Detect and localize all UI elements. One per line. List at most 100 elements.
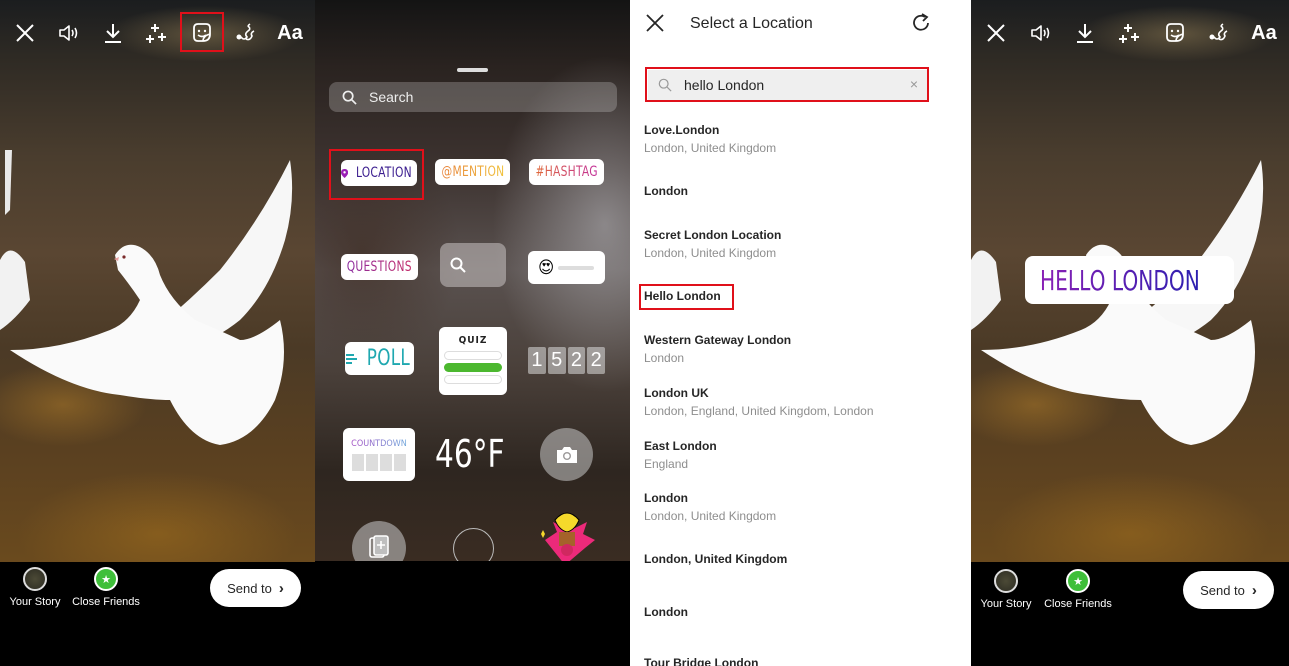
questions-sticker[interactable]: QUESTIONS	[341, 254, 418, 280]
location-result[interactable]: London, United Kingdom	[644, 552, 787, 566]
countdown-blocks	[352, 453, 406, 471]
star-icon: ★	[94, 567, 118, 591]
close-icon[interactable]	[644, 12, 666, 34]
poll-sticker-label: POLL	[366, 346, 410, 371]
draw-icon[interactable]	[231, 18, 261, 48]
countdown-sticker[interactable]: COUNTDOWN	[343, 428, 415, 481]
sticker-icon[interactable]	[1160, 18, 1190, 48]
result-name: London	[644, 491, 688, 505]
result-name: Secret London Location	[644, 228, 782, 242]
location-picker-panel: Select a Location × Love.London London, …	[630, 0, 970, 666]
chevron-right-icon: ›	[278, 579, 284, 597]
refresh-icon[interactable]	[910, 12, 932, 34]
quiz-sticker[interactable]: QUIZ	[439, 327, 507, 395]
text-tool-button[interactable]: Aa	[1249, 22, 1279, 45]
result-name: Love.London	[644, 123, 720, 137]
hashtag-sticker-label: #HASHTAG	[535, 164, 598, 180]
location-result[interactable]: London UK London, England, United Kingdo…	[644, 386, 874, 418]
text-tool-button[interactable]: Aa	[275, 22, 305, 45]
download-icon[interactable]	[98, 18, 128, 48]
result-subtitle: England	[644, 457, 689, 471]
send-to-label: Send to	[1200, 582, 1245, 598]
your-story-button[interactable]: Your Story	[0, 567, 70, 608]
your-story-avatar	[23, 567, 47, 591]
your-story-label: Your Story	[9, 596, 61, 608]
sticker-highlight-box	[179, 12, 224, 52]
draw-icon[interactable]	[1204, 18, 1234, 48]
close-friends-button[interactable]: ★ Close Friends	[71, 567, 141, 608]
result-subtitle: London	[644, 351, 685, 365]
questions-sticker-label: QUESTIONS	[346, 259, 413, 275]
result-subtitle: London, United Kingdom	[644, 141, 777, 155]
time-digit: 2	[567, 347, 586, 374]
editor-toolbar: Aa	[10, 12, 305, 52]
drag-handle[interactable]	[457, 68, 488, 72]
result-name: Western Gateway London	[644, 333, 792, 347]
effects-sparkle-icon[interactable]	[1115, 18, 1145, 48]
location-result[interactable]: London	[644, 605, 688, 619]
gif-search-sticker[interactable]	[440, 243, 506, 287]
add-photo-sticker-icon	[369, 535, 389, 558]
result-name: London	[644, 184, 688, 198]
hashtag-sticker[interactable]: #HASHTAG	[529, 159, 604, 185]
character-sticker[interactable]	[535, 510, 600, 565]
result-highlight-box	[639, 284, 734, 310]
sound-icon[interactable]	[1026, 18, 1056, 48]
location-result[interactable]: Love.London London, United Kingdom	[644, 123, 776, 155]
download-icon[interactable]	[1070, 18, 1100, 48]
story-editor-panel-2: Aa HELLO LONDON Your Story ★ Close Frien…	[971, 0, 1289, 666]
location-result[interactable]: Secret London Location London, United Ki…	[644, 228, 781, 260]
search-icon	[342, 90, 357, 105]
mention-sticker[interactable]: @MENTION	[435, 159, 510, 185]
tray-bottom-bar	[315, 561, 630, 666]
location-result[interactable]: London London, United Kingdom	[644, 491, 776, 523]
sticker-tray: Search LOCATION @MENTION #HASHTAG QUESTI…	[315, 0, 630, 575]
share-bar: Your Story ★ Close Friends Send to ›	[0, 562, 315, 666]
your-story-button[interactable]: Your Story	[971, 569, 1041, 610]
result-name: East London	[644, 439, 717, 453]
location-result[interactable]: Western Gateway London London	[644, 333, 791, 365]
search-placeholder: Search	[369, 89, 414, 105]
result-subtitle: London, United Kingdom	[644, 509, 777, 523]
location-result[interactable]: East London England	[644, 439, 717, 471]
send-to-button[interactable]: Send to ›	[210, 569, 301, 607]
poll-sticker[interactable]: POLL	[345, 342, 414, 375]
placed-sticker-text: HELLO LONDON	[1040, 263, 1200, 297]
result-subtitle: London, United Kingdom	[644, 246, 777, 260]
your-story-label: Your Story	[980, 598, 1032, 610]
share-bar: Your Story ★ Close Friends Send to ›	[971, 562, 1289, 666]
effects-sparkle-icon[interactable]	[142, 18, 172, 48]
result-subtitle: London, England, United Kingdom, London	[644, 404, 874, 418]
result-name: Tour Bridge London	[644, 656, 759, 666]
poll-bars-icon	[345, 353, 357, 364]
location-highlight-box	[329, 149, 424, 200]
sticker-icon[interactable]	[179, 12, 224, 52]
send-to-label: Send to	[227, 580, 272, 596]
location-result[interactable]: London	[644, 184, 688, 198]
close-icon[interactable]	[981, 18, 1011, 48]
story-editor-panel-1: Aa Your Story ★ Close Friends Send to ›	[0, 0, 315, 666]
result-name: London, United Kingdom	[644, 552, 788, 566]
sticker-search-input[interactable]: Search	[329, 82, 617, 112]
close-friends-button[interactable]: ★ Close Friends	[1043, 569, 1113, 610]
dove-image	[0, 150, 293, 445]
time-digit: 1	[528, 347, 546, 374]
camera-icon	[556, 446, 577, 463]
emoji-slider-sticker[interactable]: 😍	[528, 251, 605, 284]
time-sticker[interactable]: 1 5 2 2	[528, 347, 605, 374]
sound-icon[interactable]	[54, 18, 84, 48]
close-icon[interactable]	[10, 18, 40, 48]
your-story-avatar	[994, 569, 1018, 593]
story-photo	[0, 0, 315, 562]
send-to-button[interactable]: Send to ›	[1183, 571, 1274, 609]
camera-sticker[interactable]	[540, 428, 593, 481]
temperature-sticker[interactable]: 46°F	[435, 432, 505, 476]
location-picker-header: Select a Location	[630, 0, 970, 48]
mention-sticker-label: @MENTION	[441, 164, 504, 180]
heart-eyes-emoji: 😍	[538, 257, 554, 278]
editor-toolbar: Aa	[981, 18, 1279, 48]
placed-location-sticker[interactable]: HELLO LONDON	[1025, 256, 1234, 304]
close-friends-label: Close Friends	[1044, 598, 1112, 610]
gif-search-icon	[450, 257, 466, 273]
location-result[interactable]: Tour Bridge London	[644, 656, 758, 666]
